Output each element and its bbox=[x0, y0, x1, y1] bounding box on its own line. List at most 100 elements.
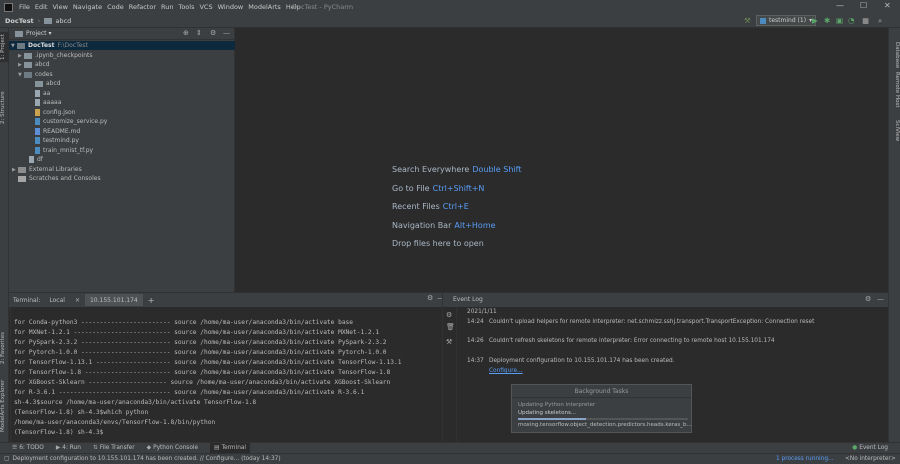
tree-item[interactable]: aaaaa bbox=[35, 98, 61, 107]
breadcrumb-project[interactable]: DocTest bbox=[5, 17, 34, 25]
terminal-line: (TensorFlow-1.8) sh-4.3$which python bbox=[14, 409, 149, 416]
chevron-down-icon[interactable]: ▾ bbox=[49, 30, 52, 37]
tree-item[interactable]: ▶ External Libraries bbox=[12, 165, 82, 174]
menu-view[interactable]: View bbox=[52, 3, 67, 11]
tool-tab-terminal[interactable]: ▤ Terminal bbox=[210, 443, 251, 453]
gear-icon[interactable]: ⚙ bbox=[427, 294, 433, 302]
folder-icon bbox=[44, 17, 53, 24]
terminal-tab-local[interactable]: Local bbox=[44, 297, 70, 304]
tree-item-label: .ipynb_checkpoints bbox=[35, 52, 93, 59]
process-running-link[interactable]: 1 process running... bbox=[776, 456, 834, 462]
tree-item-root[interactable]: ▼ DocTest F:\DocTest bbox=[9, 41, 235, 50]
structure-tool-tab[interactable]: 2: Structure bbox=[0, 88, 9, 128]
settings-icon[interactable]: ⚙ bbox=[446, 311, 452, 319]
close-icon[interactable]: ✕ bbox=[884, 1, 891, 10]
tree-item-label: aa bbox=[43, 90, 51, 97]
task-progress-fill bbox=[518, 418, 586, 420]
tree-item-label: External Libraries bbox=[29, 166, 82, 173]
configure-link[interactable]: Configure... bbox=[489, 368, 523, 374]
modelarts-explorer-tool-tab[interactable]: ModelArts Explorer bbox=[0, 378, 9, 434]
search-icon[interactable]: ⌕ bbox=[878, 16, 882, 26]
task-label: Updating skeletons... bbox=[518, 410, 577, 416]
terminal-line: for TensorFlow-1.13.1 ------------------… bbox=[14, 359, 402, 366]
menu-code[interactable]: Code bbox=[107, 3, 124, 11]
python-icon bbox=[760, 17, 766, 24]
hammer-icon[interactable]: ⚒ bbox=[744, 16, 751, 25]
collapse-all-icon[interactable]: ⇕ bbox=[196, 29, 202, 37]
terminal-tab-remote[interactable]: 10.155.101.174 bbox=[84, 294, 143, 306]
tool-tab-python-console[interactable]: ◆ Python Console bbox=[147, 445, 198, 451]
tree-item[interactable]: Scratches and Consoles bbox=[18, 174, 101, 183]
menu-tools[interactable]: Tools bbox=[178, 3, 194, 11]
hide-icon[interactable]: — bbox=[877, 295, 884, 303]
right-tool-stripe: Database Remote Host SciView bbox=[888, 28, 900, 442]
locate-icon[interactable]: ⊕ bbox=[183, 29, 189, 37]
menu-refactor[interactable]: Refactor bbox=[129, 3, 156, 11]
menu-file[interactable]: File bbox=[19, 3, 30, 11]
menu-window[interactable]: Window bbox=[218, 3, 244, 11]
favorites-tool-tab[interactable]: 2: Favorites bbox=[0, 328, 9, 368]
bottom-tool-tabs: ☰ 6: TODO ▶ 4: Run ⇅ File Transfer ◆ Python … bbox=[0, 442, 900, 453]
status-message[interactable]: Deployment configuration to 10.155.101.1… bbox=[12, 456, 280, 462]
scratches-icon bbox=[18, 175, 26, 182]
run-configuration-select[interactable]: testmind (1) ▾ bbox=[756, 15, 817, 26]
run-icon[interactable]: ▶ bbox=[812, 16, 818, 25]
tree-item[interactable]: customize_service.py bbox=[35, 117, 107, 126]
hint-shortcut: Ctrl+Shift+N bbox=[432, 184, 485, 193]
gear-icon[interactable]: ⚙ bbox=[865, 295, 871, 303]
wrench-icon[interactable]: ⚒ bbox=[446, 338, 452, 346]
tree-item[interactable]: config.json bbox=[35, 108, 76, 117]
tree-item[interactable]: ▶ .ipynb_checkpoints bbox=[18, 51, 93, 60]
hide-icon[interactable]: — bbox=[223, 29, 230, 37]
tool-tab-event-log[interactable]: ● Event Log bbox=[852, 445, 888, 451]
project-panel-header: Project ▾ ⊕ ⇕ ⚙ — bbox=[9, 28, 234, 40]
breadcrumb-separator-icon: › bbox=[37, 16, 41, 25]
tool-tab-todo[interactable]: ☰ 6: TODO bbox=[12, 445, 44, 451]
hint-go-to-file: Go to File Ctrl+Shift+N bbox=[392, 184, 484, 193]
tree-item[interactable]: aa bbox=[35, 89, 50, 98]
python-icon: ◆ bbox=[146, 445, 152, 451]
menu-edit[interactable]: Edit bbox=[35, 3, 48, 11]
status-toggle-icon[interactable]: ▢ bbox=[4, 456, 9, 462]
terminal-line: sh-4.3$source /home/ma-user/anaconda3/bi… bbox=[14, 399, 257, 406]
event-log-title: Event Log bbox=[453, 296, 483, 303]
tree-item-label: codes bbox=[35, 71, 53, 78]
tree-item[interactable]: abcd bbox=[35, 79, 61, 88]
menu-navigate[interactable]: Navigate bbox=[73, 3, 102, 11]
terminal-output[interactable]: for Conda-python3 ----------------------… bbox=[10, 307, 441, 443]
hint-label: Navigation Bar bbox=[392, 221, 452, 230]
tool-tab-run[interactable]: ▶ 4: Run bbox=[56, 445, 81, 451]
sciview-tool-tab[interactable]: SciView bbox=[891, 120, 900, 150]
menu-run[interactable]: Run bbox=[161, 3, 173, 11]
minimize-icon[interactable]: — bbox=[836, 1, 844, 10]
maximize-icon[interactable]: ☐ bbox=[860, 1, 867, 10]
close-icon[interactable]: ✕ bbox=[70, 297, 85, 304]
debug-icon[interactable]: ✱ bbox=[824, 16, 830, 25]
coverage-icon[interactable]: ▣ bbox=[836, 16, 843, 25]
tree-item[interactable]: ▶ abcd bbox=[18, 60, 50, 69]
tree-item[interactable]: train_mnist_tf.py bbox=[35, 146, 93, 155]
tree-item[interactable]: ▼ codes bbox=[18, 70, 53, 79]
stop-icon[interactable]: ■ bbox=[862, 16, 869, 25]
tree-item[interactable]: testmind.py bbox=[35, 136, 79, 145]
hint-navigation-bar: Navigation Bar Alt+Home bbox=[392, 221, 496, 230]
tool-tab-label: 4: Run bbox=[62, 445, 81, 451]
gear-icon[interactable]: ⚙ bbox=[210, 29, 216, 37]
new-terminal-button[interactable]: + bbox=[143, 296, 160, 305]
project-view-select[interactable]: Project bbox=[26, 30, 47, 37]
tool-tab-file-transfer[interactable]: ⇅ File Transfer bbox=[93, 445, 135, 451]
breadcrumb-folder[interactable]: abcd bbox=[55, 17, 71, 25]
todo-icon: ☰ bbox=[12, 445, 18, 451]
profile-icon[interactable]: ◔ bbox=[848, 16, 855, 25]
remote-host-tool-tab[interactable]: Remote Host bbox=[891, 72, 900, 116]
menu-modelarts[interactable]: ModelArts bbox=[248, 3, 281, 11]
database-tool-tab[interactable]: Database bbox=[891, 42, 900, 70]
project-tool-tab[interactable]: 1: Project bbox=[0, 32, 9, 62]
interpreter-status[interactable]: <No interpreter> bbox=[845, 456, 896, 462]
tree-item[interactable]: df bbox=[29, 155, 43, 164]
trash-icon[interactable]: 🗑 bbox=[446, 323, 455, 331]
tree-item[interactable]: README.md bbox=[35, 127, 80, 136]
python-file-icon bbox=[35, 118, 40, 125]
terminal-line: for XGBoost-Sklearn --------------------… bbox=[14, 379, 391, 386]
menu-vcs[interactable]: VCS bbox=[199, 3, 212, 11]
